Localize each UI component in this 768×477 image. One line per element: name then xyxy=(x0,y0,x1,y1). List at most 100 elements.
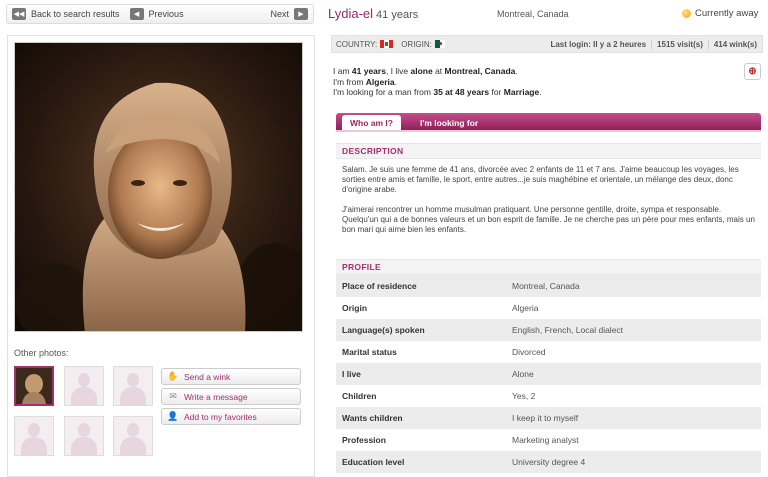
row-label: Education level xyxy=(342,457,405,467)
profile-row-residence: Place of residence Montreal, Canada xyxy=(336,275,761,297)
photo-thumbnail-5[interactable] xyxy=(64,416,104,456)
country-label: COUNTRY: xyxy=(336,39,378,49)
write-message-label: Write a message xyxy=(184,391,248,402)
stats-bar: COUNTRY: ORIGIN: Last login: Il y a 2 he… xyxy=(331,35,763,53)
add-favorites-button[interactable]: 👤 Add to my favorites xyxy=(161,408,301,425)
stats-right: Last login: Il y a 2 heures 1515 visit(s… xyxy=(545,36,762,52)
row-value: English, French, Local dialect xyxy=(512,325,624,335)
profile-section: PROFILE Place of residence Montreal, Cana… xyxy=(336,259,761,473)
profile-row-education: Education level University degree 4 xyxy=(336,451,761,473)
intro-text: for xyxy=(489,87,504,97)
description-heading: DESCRIPTION xyxy=(336,143,761,159)
status-indicator: Currently away xyxy=(682,8,758,19)
photo-thumbnail-3[interactable] xyxy=(113,366,153,406)
photo-thumbnail-6[interactable] xyxy=(113,416,153,456)
wink-hand-icon: ✋ xyxy=(167,371,179,381)
tab-underline xyxy=(336,130,761,132)
write-message-button[interactable]: ✉ Write a message xyxy=(161,388,301,405)
profile-row-marital-status: Marital status Divorced xyxy=(336,341,761,363)
intro-line-2: I'm from Algeria. xyxy=(333,77,733,88)
wink-count: 414 wink(s) xyxy=(707,39,762,49)
profile-row-profession: Profession Marketing analyst xyxy=(336,429,761,451)
profile-row-i-live: I live Alone xyxy=(336,363,761,385)
intro-line-3: I'm looking for a man from 35 at 48 year… xyxy=(333,87,733,98)
description-paragraph-2: J'aimerai rencontrer un homme musulman p… xyxy=(342,205,755,234)
placeholder-avatar-icon xyxy=(118,371,148,405)
double-left-arrow-icon: ◀◀ xyxy=(12,8,26,20)
placeholder-avatar-icon xyxy=(69,421,99,455)
profile-tabs: Who am I? I'm looking for xyxy=(336,113,761,130)
intro-text: I'm from xyxy=(333,76,366,87)
profile-row-children: Children Yes, 2 xyxy=(336,385,761,407)
placeholder-avatar-icon xyxy=(118,421,148,455)
previous-link[interactable]: ◀ Previous xyxy=(129,8,184,20)
profile-title: Lydia-el 41 years xyxy=(328,6,418,21)
origin-label: ORIGIN: xyxy=(401,39,432,49)
right-arrow-icon: ▶ xyxy=(294,8,308,20)
placeholder-avatar-icon xyxy=(69,371,99,405)
intro-age: 41 years xyxy=(351,66,386,76)
send-wink-label: Send a wink xyxy=(184,371,231,382)
row-value: Alone xyxy=(512,369,534,379)
row-value: Algeria xyxy=(512,303,539,313)
visit-count: 1515 visit(s) xyxy=(651,39,708,49)
previous-label: Previous xyxy=(148,9,184,19)
envelope-icon: ✉ xyxy=(169,391,177,401)
row-value: University degree 4 xyxy=(512,457,586,467)
back-label: Back to search results xyxy=(31,9,120,19)
intro-text: I'm looking for a man from xyxy=(333,87,434,97)
next-label: Next xyxy=(270,9,289,19)
canada-flag-icon xyxy=(380,40,394,48)
intro-text: , I live xyxy=(385,66,411,76)
row-label: Wants children xyxy=(342,413,403,423)
profile-heading: PROFILE xyxy=(336,259,761,275)
send-wink-button[interactable]: ✋ Send a wink xyxy=(161,368,301,385)
navigation-box: ◀◀ Back to search results ◀ Previous Nex… xyxy=(6,4,314,24)
description-section: DESCRIPTION Salam. Je suis une femme de … xyxy=(336,143,761,245)
row-label: I live xyxy=(342,369,361,379)
row-label: Origin xyxy=(342,303,368,313)
left-arrow-icon: ◀ xyxy=(129,8,144,20)
back-to-results-link[interactable]: ◀◀ Back to search results xyxy=(12,8,120,20)
row-label: Children xyxy=(342,391,377,401)
description-paragraph-1: Salam. Je suis une femme de 41 ans, divo… xyxy=(342,165,739,194)
intro-purpose: Marriage xyxy=(503,87,540,97)
last-login: Last login: Il y a 2 heures xyxy=(550,39,647,49)
row-label: Place of residence xyxy=(342,281,417,291)
add-contact-icon: ⊕ xyxy=(748,66,757,77)
row-label: Language(s) spoken xyxy=(342,325,425,335)
tab-looking-for[interactable]: I'm looking for xyxy=(412,115,486,130)
row-value: Montreal, Canada xyxy=(512,281,580,291)
profile-photo-image xyxy=(15,43,302,331)
description-body: Salam. Je suis une femme de 41 ans, divo… xyxy=(336,159,761,235)
profile-name: Lydia-el xyxy=(328,6,374,21)
add-user-icon: 👤 xyxy=(167,411,179,421)
profile-row-origin: Origin Algeria xyxy=(336,297,761,319)
intro-city: Montreal, Canada xyxy=(444,66,516,76)
profile-row-languages: Language(s) spoken English, French, Local… xyxy=(336,319,761,341)
tab-who-am-i[interactable]: Who am I? xyxy=(342,115,401,130)
intro-age-range: 35 at 48 years xyxy=(433,87,490,97)
photo-thumbnail-1[interactable] xyxy=(14,366,54,406)
profile-rows: Place of residence Montreal, Canada Origi… xyxy=(336,275,761,473)
next-link[interactable]: Next ▶ xyxy=(270,8,308,20)
intro-summary: I am 41 years, I live alone at Montreal,… xyxy=(333,66,733,98)
profile-details-panel: COUNTRY: ORIGIN: Last login: Il y a 2 he… xyxy=(331,35,763,477)
row-value: Marketing analyst xyxy=(512,435,579,445)
other-photos-label: Other photos: xyxy=(14,348,69,358)
algeria-flag-icon xyxy=(434,40,445,48)
intro-text: . xyxy=(515,66,518,76)
main-profile-photo[interactable] xyxy=(14,42,303,332)
profile-location: Montreal, Canada xyxy=(497,9,569,19)
add-contact-button[interactable]: ⊕ xyxy=(744,63,761,80)
status-text: Currently away xyxy=(695,8,759,19)
top-bar: ◀◀ Back to search results ◀ Previous Nex… xyxy=(0,0,768,28)
away-status-icon xyxy=(682,9,691,18)
row-value: Yes, 2 xyxy=(512,391,536,401)
row-label: Profession xyxy=(342,435,386,445)
photo-thumbnail-2[interactable] xyxy=(64,366,104,406)
intro-text: . xyxy=(539,87,542,97)
row-value: I keep it to myself xyxy=(512,413,579,423)
intro-live: alone xyxy=(410,66,433,76)
photo-thumbnail-4[interactable] xyxy=(14,416,54,456)
